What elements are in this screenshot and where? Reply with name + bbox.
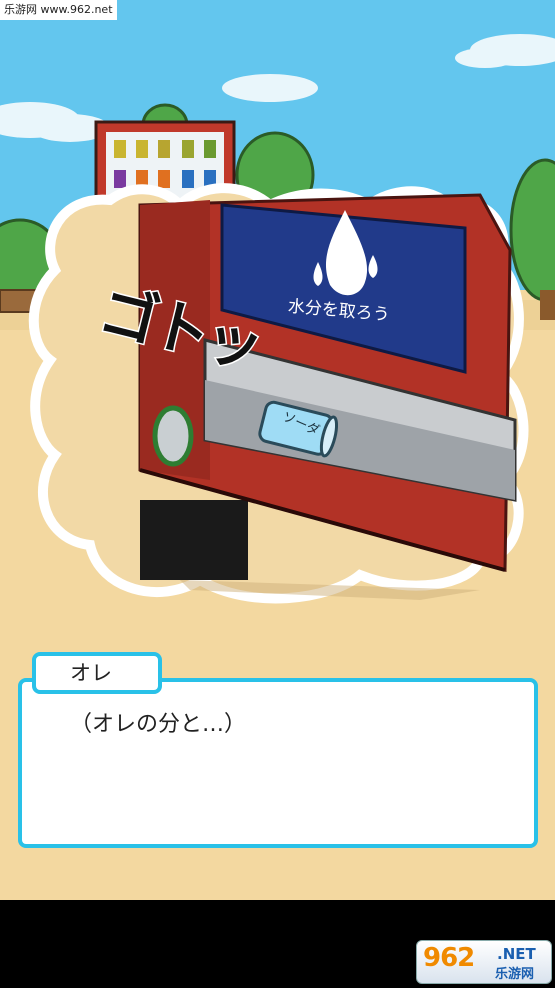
dialog-text: （オレの分と…） (70, 712, 247, 737)
logo-net: .NET (497, 945, 536, 963)
coin-slot (152, 405, 194, 467)
dialog-speaker-name: オレ (32, 652, 162, 694)
logo-number: 962 (423, 943, 475, 973)
site-watermark: 乐游网 www.962.net (0, 0, 117, 20)
dialog-box[interactable] (18, 678, 538, 848)
site-logo: 962 .NET 乐游网 (416, 940, 552, 984)
logo-cn: 乐游网 (495, 967, 535, 982)
vending-machine-closeup (138, 193, 517, 580)
